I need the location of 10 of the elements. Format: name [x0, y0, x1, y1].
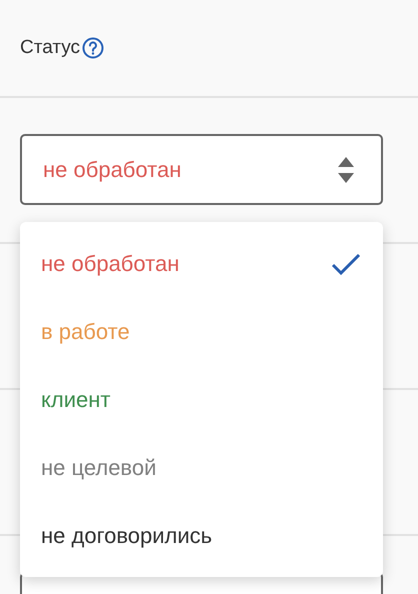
menu-option[interactable]: не целевой: [20, 433, 383, 502]
menu-option[interactable]: не обработан: [20, 230, 383, 298]
menu-option[interactable]: клиент: [20, 366, 383, 434]
sort-arrows-icon: [337, 154, 355, 184]
field-label: Статус: [20, 36, 80, 60]
help-icon[interactable]: [82, 37, 104, 59]
menu-option[interactable]: не договорились: [20, 501, 383, 569]
checkmark-icon: [331, 252, 361, 276]
menu-option[interactable]: в работе: [20, 298, 383, 366]
status-select[interactable]: не обработан: [20, 134, 383, 205]
